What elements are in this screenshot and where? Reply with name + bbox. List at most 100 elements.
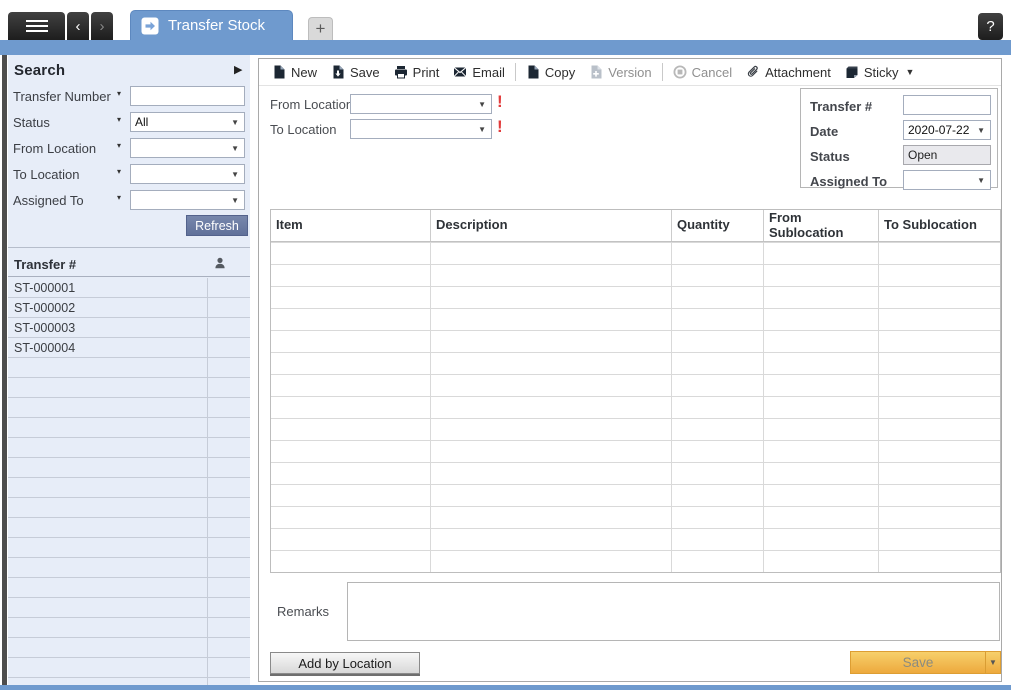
table-cell[interactable] bbox=[879, 396, 1000, 418]
table-cell[interactable] bbox=[879, 506, 1000, 528]
table-cell[interactable] bbox=[672, 550, 764, 572]
table-cell[interactable] bbox=[764, 418, 879, 440]
table-cell[interactable] bbox=[271, 330, 431, 352]
transfer-list-row[interactable]: ST-000003 bbox=[8, 318, 250, 338]
attachment-button[interactable]: Attachment bbox=[739, 59, 838, 85]
table-cell[interactable] bbox=[271, 242, 431, 264]
transfer-list-row[interactable] bbox=[8, 558, 250, 578]
table-cell[interactable] bbox=[764, 462, 879, 484]
table-cell[interactable] bbox=[672, 264, 764, 286]
table-cell[interactable] bbox=[271, 352, 431, 374]
details-transfer-input[interactable] bbox=[903, 95, 991, 115]
collapse-panel-arrow-icon[interactable]: ▶ bbox=[234, 63, 242, 76]
print-button[interactable]: Print bbox=[387, 59, 447, 85]
to-location-operator-caret-icon[interactable]: ▾ bbox=[117, 167, 121, 176]
copy-button[interactable]: Copy bbox=[519, 59, 582, 85]
table-cell[interactable] bbox=[431, 352, 672, 374]
transfer-list-row[interactable]: ST-000001 bbox=[8, 278, 250, 298]
table-cell[interactable] bbox=[431, 418, 672, 440]
from-location-operator-caret-icon[interactable]: ▾ bbox=[117, 141, 121, 150]
table-cell[interactable] bbox=[879, 528, 1000, 550]
status-select[interactable]: All ▼ bbox=[130, 112, 245, 132]
transfer-list-row[interactable] bbox=[8, 458, 250, 478]
table-cell[interactable] bbox=[672, 528, 764, 550]
table-cell[interactable] bbox=[764, 242, 879, 264]
table-cell[interactable] bbox=[271, 418, 431, 440]
details-assigned-select[interactable]: ▼ bbox=[903, 170, 991, 190]
table-cell[interactable] bbox=[672, 506, 764, 528]
table-cell[interactable] bbox=[764, 352, 879, 374]
table-cell[interactable] bbox=[431, 308, 672, 330]
table-cell[interactable] bbox=[271, 286, 431, 308]
table-cell[interactable] bbox=[431, 242, 672, 264]
add-by-location-button[interactable]: Add by Location bbox=[270, 652, 420, 674]
help-button[interactable]: ? bbox=[978, 13, 1003, 40]
table-cell[interactable] bbox=[431, 330, 672, 352]
assigned-to-select[interactable]: ▼ bbox=[130, 190, 245, 210]
transfer-list-row[interactable]: ST-000004 bbox=[8, 338, 250, 358]
transfer-number-operator-caret-icon[interactable]: ▾ bbox=[117, 89, 121, 98]
transfer-list-row[interactable] bbox=[8, 438, 250, 458]
version-button[interactable]: Version bbox=[582, 59, 658, 85]
table-cell[interactable] bbox=[879, 440, 1000, 462]
table-cell[interactable] bbox=[431, 396, 672, 418]
tab-transfer-stock[interactable]: Transfer Stock bbox=[130, 10, 293, 40]
table-cell[interactable] bbox=[764, 308, 879, 330]
table-cell[interactable] bbox=[672, 308, 764, 330]
table-cell[interactable] bbox=[764, 374, 879, 396]
save-toolbar-button[interactable]: Save bbox=[324, 59, 387, 85]
table-cell[interactable] bbox=[764, 440, 879, 462]
table-cell[interactable] bbox=[764, 286, 879, 308]
transfer-list-row[interactable] bbox=[8, 578, 250, 598]
table-cell[interactable] bbox=[879, 264, 1000, 286]
table-cell[interactable] bbox=[764, 330, 879, 352]
table-cell[interactable] bbox=[879, 550, 1000, 572]
sticky-dropdown-caret-icon[interactable]: ▼ bbox=[906, 67, 915, 77]
table-cell[interactable] bbox=[672, 462, 764, 484]
table-cell[interactable] bbox=[271, 462, 431, 484]
table-cell[interactable] bbox=[879, 308, 1000, 330]
refresh-button[interactable]: Refresh bbox=[186, 215, 248, 236]
table-cell[interactable] bbox=[431, 484, 672, 506]
main-menu-button[interactable] bbox=[8, 12, 65, 40]
transfer-list-row[interactable] bbox=[8, 598, 250, 618]
table-cell[interactable] bbox=[271, 528, 431, 550]
table-cell[interactable] bbox=[879, 374, 1000, 396]
table-cell[interactable] bbox=[764, 396, 879, 418]
table-cell[interactable] bbox=[271, 440, 431, 462]
table-cell[interactable] bbox=[672, 330, 764, 352]
table-cell[interactable] bbox=[764, 506, 879, 528]
table-cell[interactable] bbox=[672, 286, 764, 308]
table-cell[interactable] bbox=[271, 396, 431, 418]
table-cell[interactable] bbox=[271, 264, 431, 286]
table-cell[interactable] bbox=[764, 264, 879, 286]
remarks-textarea[interactable] bbox=[347, 582, 1000, 641]
table-cell[interactable] bbox=[879, 484, 1000, 506]
email-button[interactable]: Email bbox=[446, 59, 512, 85]
table-cell[interactable] bbox=[879, 286, 1000, 308]
table-cell[interactable] bbox=[672, 352, 764, 374]
transfer-list-row[interactable] bbox=[8, 358, 250, 378]
table-cell[interactable] bbox=[672, 374, 764, 396]
form-to-location-select[interactable]: ▼ bbox=[350, 119, 492, 139]
table-cell[interactable] bbox=[879, 352, 1000, 374]
transfer-list-row[interactable] bbox=[8, 658, 250, 678]
table-cell[interactable] bbox=[431, 506, 672, 528]
table-cell[interactable] bbox=[271, 550, 431, 572]
assigned-to-operator-caret-icon[interactable]: ▾ bbox=[117, 193, 121, 202]
transfer-list-row[interactable] bbox=[8, 638, 250, 658]
transfer-number-input[interactable] bbox=[130, 86, 245, 106]
table-cell[interactable] bbox=[672, 396, 764, 418]
table-cell[interactable] bbox=[431, 550, 672, 572]
form-from-location-select[interactable]: ▼ bbox=[350, 94, 492, 114]
table-cell[interactable] bbox=[672, 242, 764, 264]
table-cell[interactable] bbox=[764, 528, 879, 550]
table-cell[interactable] bbox=[879, 418, 1000, 440]
cancel-button[interactable]: Cancel bbox=[666, 59, 739, 85]
transfer-list-row[interactable] bbox=[8, 518, 250, 538]
table-cell[interactable] bbox=[271, 308, 431, 330]
transfer-list-row[interactable] bbox=[8, 418, 250, 438]
table-cell[interactable] bbox=[879, 242, 1000, 264]
table-cell[interactable] bbox=[431, 264, 672, 286]
transfer-list-row[interactable] bbox=[8, 498, 250, 518]
